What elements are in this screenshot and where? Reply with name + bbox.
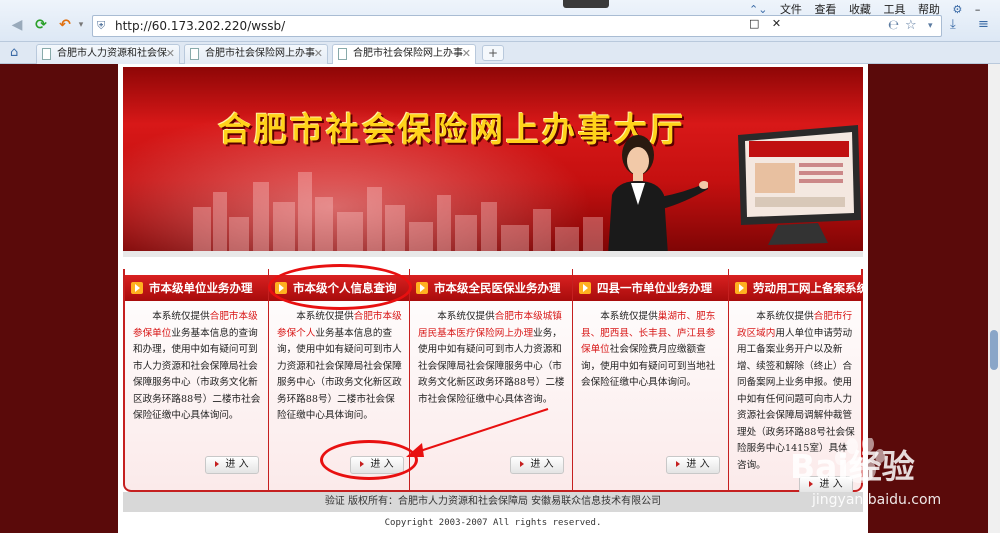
menu-item-help[interactable]: 帮助: [918, 3, 940, 16]
tab-insurance-1[interactable]: 合肥市社会保险网上办事 ✕: [184, 44, 328, 64]
monitor-image: [738, 125, 861, 245]
city-skyline-image: [193, 172, 603, 257]
arrow-icon: [215, 461, 220, 467]
refresh-icon[interactable]: ⟳: [32, 16, 50, 34]
panel-description: 本系统仅提供巢湖市、肥东县、肥西县、长丰县、庐江县参保单位社会保险费月应缴额查询…: [581, 311, 716, 388]
panel-unit-business: 市本级单位业务办理 本系统仅提供合肥市本级参保单位业务基本信息的查询和办理，使用…: [125, 269, 269, 490]
url-text[interactable]: http://60.173.202.220/wssb/: [115, 19, 285, 33]
panel-header: 四县一市单位业务办理: [573, 275, 728, 301]
arrow-icon: [131, 282, 143, 294]
menu-item-file[interactable]: 文件: [780, 3, 802, 16]
presenter-image: [608, 135, 708, 255]
title-handle: [563, 0, 609, 8]
annotation-oval-header: [268, 264, 412, 310]
menu-bar: ⌃⌄ 文件 查看 收藏 工具 帮助 ⚙ – □ ✕: [740, 1, 1000, 30]
document-icon: [338, 48, 347, 60]
maximize-icon[interactable]: □: [749, 17, 759, 30]
panel-header: 市本级单位业务办理: [125, 275, 268, 301]
panel-description: 本系统仅提供合肥市本级参保单位业务基本信息的查询和办理，使用中如有疑问可到市人力…: [133, 311, 261, 421]
tab-label: 合肥市社会保险网上办事: [353, 48, 463, 59]
shield-icon: ⛨: [97, 19, 106, 32]
footer-copyright-owner: 验证 版权所有：合肥市人力资源和社会保障局 安徽易联众信息技术有限公司: [123, 492, 863, 512]
new-tab-button[interactable]: +: [482, 45, 504, 61]
tab-label: 合肥市人力资源和社会保: [57, 48, 167, 59]
menu-item-tools[interactable]: 工具: [883, 3, 905, 16]
close-icon[interactable]: ✕: [166, 45, 175, 63]
close-icon[interactable]: ✕: [462, 45, 471, 63]
arrow-icon: [579, 282, 591, 294]
back-icon[interactable]: ◀: [8, 16, 26, 34]
minimize-icon[interactable]: –: [975, 3, 981, 16]
arrow-icon: [735, 282, 747, 294]
skin-icon[interactable]: ⚙: [952, 3, 962, 16]
panel-description: 本系统仅提供合肥市本级城镇居民基本医疗保险网上办理业务，使用中如有疑问可到市人力…: [418, 311, 565, 405]
annotation-arrow: [406, 408, 549, 457]
menu-item-favorites[interactable]: 收藏: [849, 3, 871, 16]
close-icon[interactable]: ✕: [314, 45, 323, 63]
tab-insurance-2[interactable]: 合肥市社会保险网上办事 ✕: [332, 44, 476, 64]
header-banner: 合肥市社会保险网上办事大厅: [123, 67, 863, 257]
enter-button[interactable]: 进 入: [666, 456, 720, 474]
chevron-down-icon[interactable]: ▾: [72, 16, 90, 34]
arrow-icon: [416, 282, 428, 294]
panel-description: 本系统仅提供合肥市本级参保个人业务基本信息的查询，使用中如有疑问可到市人力资源和…: [277, 311, 402, 421]
watermark-brand: Bai经验: [790, 447, 915, 486]
collapse-icon[interactable]: ⌃⌄: [749, 3, 767, 16]
document-icon: [190, 48, 199, 60]
menu-item-view[interactable]: 查看: [814, 3, 836, 16]
arrow-icon: [676, 461, 681, 467]
close-icon[interactable]: ✕: [772, 17, 781, 30]
tab-hrss[interactable]: 合肥市人力资源和社会保 ✕: [36, 44, 180, 64]
panel-header: 市本级全民医保业务办理: [410, 275, 572, 301]
tab-label: 合肥市社会保险网上办事: [205, 48, 315, 59]
watermark-url: jingyan.baidu.com: [812, 492, 942, 508]
panel-county-business: 四县一市单位业务办理 本系统仅提供巢湖市、肥东县、肥西县、长丰县、庐江县参保单位…: [573, 269, 729, 490]
enter-button[interactable]: 进 入: [205, 456, 259, 474]
document-icon: [42, 48, 51, 60]
browser-toolbar: ◀ ⟳ ↶ ▾ ⛨ http://60.173.202.220/wssb/ ℮ …: [0, 0, 1000, 42]
panel-header: 劳动用工网上备案系统: [729, 275, 863, 301]
scrollbar-thumb[interactable]: [990, 330, 998, 370]
home-icon[interactable]: ⌂: [10, 45, 18, 60]
footer-copyright: Copyright 2003-2007 All rights reserved.: [384, 518, 602, 528]
